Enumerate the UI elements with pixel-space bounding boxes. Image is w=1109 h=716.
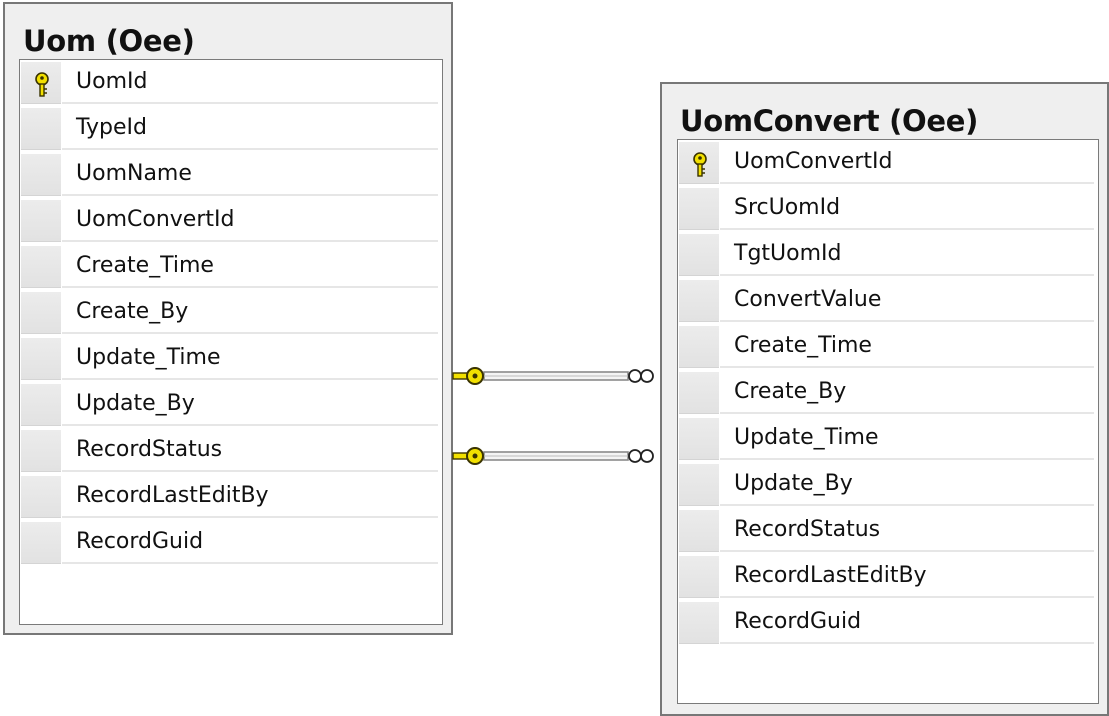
infinity-icon: [628, 449, 654, 463]
relationship-layer: [452, 367, 654, 465]
relationship-line-1[interactable]: [452, 367, 654, 385]
key-icon: [452, 447, 484, 465]
key-icon: [452, 367, 484, 385]
relationship-line-2[interactable]: [452, 447, 654, 465]
infinity-icon: [628, 369, 654, 383]
